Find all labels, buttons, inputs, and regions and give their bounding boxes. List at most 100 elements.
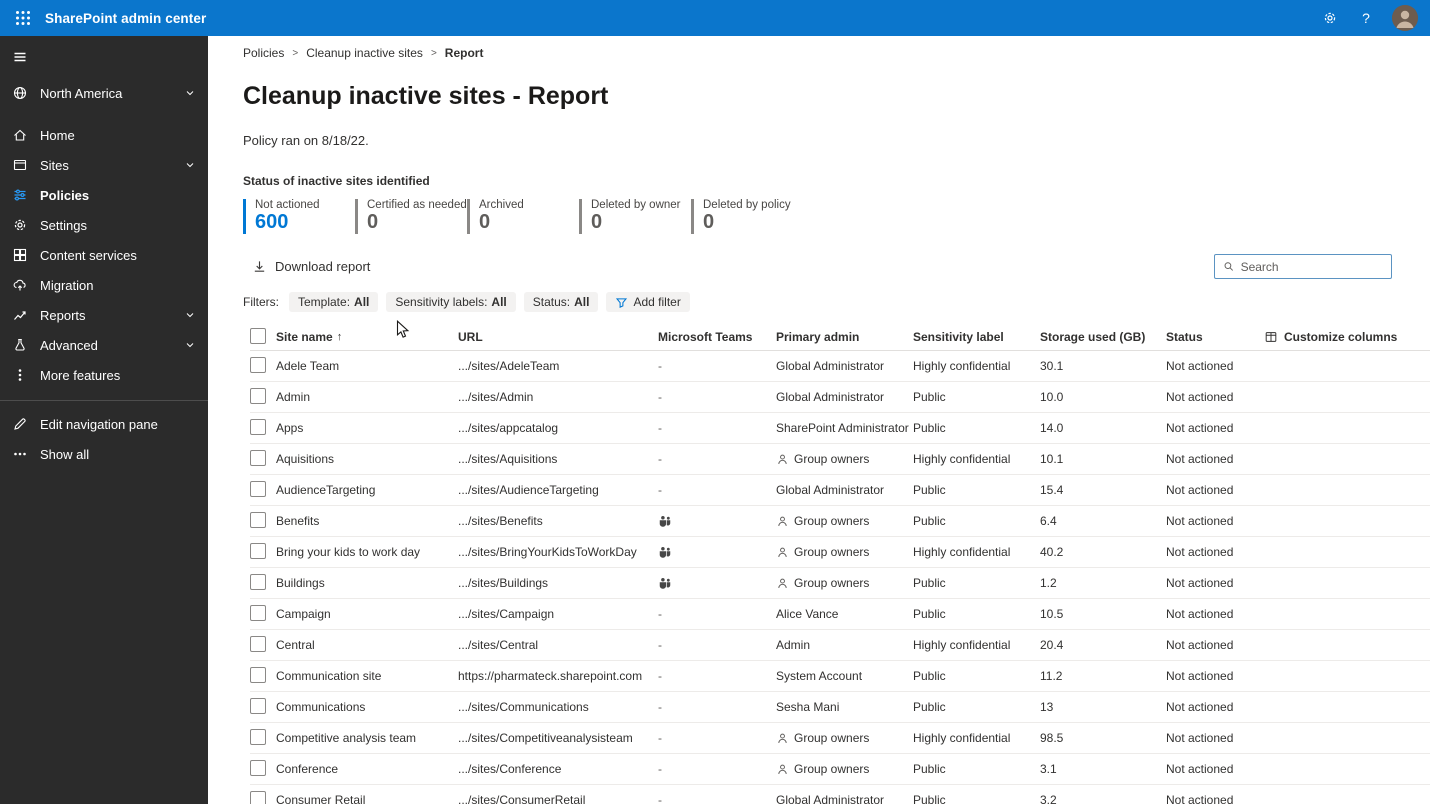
app-launcher-button[interactable] — [10, 5, 36, 31]
row-checkbox[interactable] — [250, 419, 266, 435]
filter-pill-template[interactable]: Template: All — [289, 292, 378, 312]
column-header-sensitivity-label[interactable]: Sensitivity label — [913, 330, 1040, 344]
site-name-cell[interactable]: Buildings — [276, 576, 458, 590]
table-row[interactable]: Admin .../sites/Admin - Global Administr… — [250, 382, 1430, 413]
chevron-down-icon[interactable] — [184, 339, 196, 351]
sidebar-item-policies[interactable]: Policies — [0, 180, 208, 210]
site-name-cell[interactable]: Bring your kids to work day — [276, 545, 458, 559]
breadcrumb-cleanup-inactive-sites[interactable]: Cleanup inactive sites — [306, 46, 423, 60]
site-name-cell[interactable]: Central — [276, 638, 458, 652]
table-row[interactable]: Bring your kids to work day .../sites/Br… — [250, 537, 1430, 568]
row-checkbox[interactable] — [250, 450, 266, 466]
storage-used-cell: 10.1 — [1040, 452, 1166, 466]
sidebar-item-settings[interactable]: Settings — [0, 210, 208, 240]
settings-gear-button[interactable] — [1320, 8, 1340, 28]
teams-cell — [658, 545, 776, 559]
search-box[interactable] — [1214, 254, 1392, 279]
table-row[interactable]: Communications .../sites/Communications … — [250, 692, 1430, 723]
filter-pill-status[interactable]: Status: All — [524, 292, 599, 312]
site-name-cell[interactable]: Consumer Retail — [276, 793, 458, 804]
column-header-status[interactable]: Status — [1166, 330, 1264, 344]
teams-cell: - — [658, 452, 776, 466]
site-name-cell[interactable]: Communications — [276, 700, 458, 714]
primary-admin-text: Group owners — [794, 762, 869, 776]
column-header-url[interactable]: URL — [458, 330, 658, 344]
site-name-cell[interactable]: Benefits — [276, 514, 458, 528]
column-header-primary-admin[interactable]: Primary admin — [776, 330, 913, 344]
avatar-image — [1392, 5, 1418, 31]
column-header-storage-used[interactable]: Storage used (GB) — [1040, 330, 1166, 344]
chevron-down-icon[interactable] — [184, 159, 196, 171]
row-checkbox[interactable] — [250, 543, 266, 559]
sidebar-item-content-services[interactable]: Content services — [0, 240, 208, 270]
row-checkbox[interactable] — [250, 729, 266, 745]
breadcrumb-policies[interactable]: Policies — [243, 46, 284, 60]
table-row[interactable]: Central .../sites/Central - Admin Highly — [250, 630, 1430, 661]
table-row[interactable]: AudienceTargeting .../sites/AudienceTarg… — [250, 475, 1430, 506]
primary-admin-text: Global Administrator — [776, 359, 884, 373]
table-row[interactable]: Competitive analysis team .../sites/Comp… — [250, 723, 1430, 754]
add-filter-button[interactable]: Add filter — [606, 292, 689, 312]
edit-navigation-pane-button[interactable]: Edit navigation pane — [0, 409, 208, 439]
site-name-cell[interactable]: Admin — [276, 390, 458, 404]
primary-admin-cell: Group owners — [776, 545, 913, 559]
sidebar-item-home[interactable]: Home — [0, 120, 208, 150]
sidebar-item-advanced[interactable]: Advanced — [0, 330, 208, 360]
table-row[interactable]: Adele Team .../sites/AdeleTeam - Global … — [250, 351, 1430, 382]
table-row[interactable]: Aquisitions .../sites/Aquisitions - Grou… — [250, 444, 1430, 475]
sidebar-item-sites[interactable]: Sites — [0, 150, 208, 180]
row-checkbox[interactable] — [250, 574, 266, 590]
row-checkbox[interactable] — [250, 760, 266, 776]
row-checkbox[interactable] — [250, 698, 266, 714]
download-icon — [252, 259, 267, 274]
site-name-cell[interactable]: Apps — [276, 421, 458, 435]
select-all-checkbox[interactable] — [250, 328, 266, 344]
search-input[interactable] — [1241, 260, 1383, 274]
chevron-down-icon[interactable] — [184, 87, 196, 99]
row-checkbox[interactable] — [250, 605, 266, 621]
table-row[interactable]: Conference .../sites/Conference - Group … — [250, 754, 1430, 785]
app-title[interactable]: SharePoint admin center — [45, 11, 206, 26]
row-checkbox[interactable] — [250, 791, 266, 804]
site-name-cell[interactable]: Communication site — [276, 669, 458, 683]
nav-collapse-button[interactable] — [0, 42, 208, 72]
column-header-site-name[interactable]: Site name ↑ — [276, 330, 458, 344]
site-name-cell[interactable]: Campaign — [276, 607, 458, 621]
table-row[interactable]: Buildings .../sites/Buildings Group owne… — [250, 568, 1430, 599]
site-name-cell[interactable]: Competitive analysis team — [276, 731, 458, 745]
table-row[interactable]: Benefits .../sites/Benefits Group owners — [250, 506, 1430, 537]
filter-pill-sensitivity-labels[interactable]: Sensitivity labels: All — [386, 292, 515, 312]
sidebar-item-more-features[interactable]: More features — [0, 360, 208, 390]
row-checkbox[interactable] — [250, 481, 266, 497]
column-header-microsoft-teams[interactable]: Microsoft Teams — [658, 330, 776, 344]
show-all-button[interactable]: Show all — [0, 439, 208, 469]
table-row[interactable]: Communication site https://pharmateck.sh… — [250, 661, 1430, 692]
row-checkbox[interactable] — [250, 636, 266, 652]
breadcrumb-separator: > — [431, 48, 437, 59]
chevron-down-icon[interactable] — [184, 309, 196, 321]
customize-columns-button[interactable]: Customize columns — [1264, 330, 1430, 344]
sidebar-item-label: Content services — [40, 248, 137, 263]
site-name-cell[interactable]: Conference — [276, 762, 458, 776]
site-name-cell[interactable]: AudienceTargeting — [276, 483, 458, 497]
sidebar-item-migration[interactable]: Migration — [0, 270, 208, 300]
row-checkbox[interactable] — [250, 388, 266, 404]
sidebar-item-reports[interactable]: Reports — [0, 300, 208, 330]
table-row[interactable]: Apps .../sites/appcatalog - SharePoint A… — [250, 413, 1430, 444]
account-avatar[interactable] — [1392, 5, 1418, 31]
sensitivity-label-cell: Public — [913, 514, 1040, 528]
table-row[interactable]: Campaign .../sites/Campaign - Alice Vanc… — [250, 599, 1430, 630]
primary-admin-text: SharePoint Administrator — [776, 421, 909, 435]
help-button[interactable]: ? — [1356, 8, 1376, 28]
download-report-button[interactable]: Download report — [243, 259, 370, 274]
primary-admin-text: Group owners — [794, 576, 869, 590]
teams-none-indicator: - — [658, 700, 662, 714]
row-checkbox[interactable] — [250, 357, 266, 373]
row-checkbox[interactable] — [250, 667, 266, 683]
sidebar-region-selector[interactable]: North America — [0, 76, 208, 110]
row-checkbox[interactable] — [250, 512, 266, 528]
customize-columns-icon — [1264, 330, 1278, 344]
site-name-cell[interactable]: Adele Team — [276, 359, 458, 373]
site-name-cell[interactable]: Aquisitions — [276, 452, 458, 466]
table-row[interactable]: Consumer Retail .../sites/ConsumerRetail… — [250, 785, 1430, 804]
